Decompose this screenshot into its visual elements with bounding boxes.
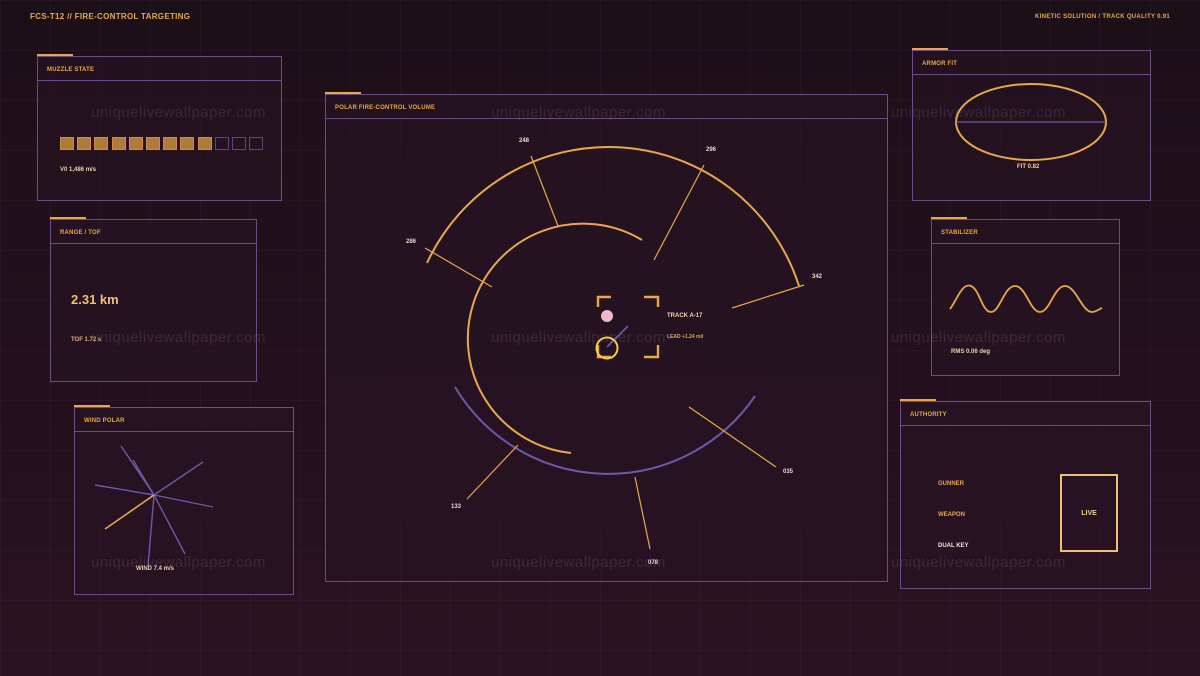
- muzzle-segment: [111, 137, 126, 150]
- wind-spoke: [153, 461, 204, 496]
- muzzle-segment: [146, 137, 160, 150]
- panel-accent-tab: [900, 399, 936, 401]
- bearing-label-078: 078: [648, 560, 659, 566]
- bearing-tick-342: [731, 284, 805, 309]
- polar-plot: [424, 146, 805, 550]
- panel-title: RANGE / TOF: [51, 220, 256, 244]
- wind-polar-plot: [94, 445, 214, 567]
- armor-fit-panel: ARMOR FIT FIT 0.82: [912, 48, 1151, 201]
- range-tof-panel: RANGE / TOF 2.31 km TOF 1.72 s: [50, 217, 257, 382]
- wind-polar-panel: WIND POLAR WIND 7.4 m/s: [74, 405, 294, 595]
- muzzle-segment: [94, 137, 109, 150]
- muzzle-segment: [163, 137, 178, 150]
- app-title: FCS-T12 // FIRE-CONTROL TARGETING: [30, 12, 191, 21]
- panel-title: AUTHORITY: [901, 402, 1150, 426]
- panel-accent-tab: [931, 217, 967, 219]
- armor-fit-value: FIT 0.82: [1017, 164, 1040, 170]
- armor-fit-ellipse: [955, 83, 1107, 161]
- bearing-tick-133: [466, 444, 519, 500]
- muzzle-segment: [128, 137, 143, 150]
- muzzle-segment: [60, 137, 74, 150]
- wind-spoke: [147, 494, 155, 567]
- wind-spoke: [132, 459, 155, 496]
- range-value: 2.31 km: [71, 292, 119, 307]
- muzzle-segment: [214, 137, 229, 150]
- wind-spoke: [153, 494, 214, 508]
- polar-fire-control-panel: POLAR FIRE-CONTROL VOLUME 248 296 342 03…: [325, 92, 888, 582]
- bearing-label-286: 286: [406, 239, 417, 245]
- panel-accent-tab: [37, 54, 73, 56]
- panel-title: MUZZLE STATE: [38, 57, 281, 81]
- panel-accent-tab: [912, 48, 948, 50]
- bearing-tick-296: [653, 164, 705, 261]
- bearing-label-342: 342: [812, 274, 823, 280]
- authority-gunner: GUNNER: [938, 481, 965, 487]
- stabilizer-rms: RMS 0.06 deg: [951, 349, 991, 355]
- muzzle-state-panel: MUZZLE STATE V0 1,486 m/s: [37, 54, 282, 201]
- bearing-tick-248: [530, 155, 559, 227]
- bearing-tick-286: [424, 247, 493, 288]
- panel-accent-tab: [325, 92, 361, 94]
- bearing-label-296: 296: [706, 147, 717, 153]
- muzzle-segment: [77, 137, 92, 150]
- bearing-tick-035: [688, 406, 777, 468]
- track-quality-status: KINETIC SOLUTION / TRACK QUALITY 0.91: [1035, 14, 1170, 20]
- bearing-label-133: 133: [451, 504, 462, 510]
- track-label: TRACK A-17: [667, 313, 703, 319]
- muzzle-segment: [197, 137, 212, 150]
- wind-speed-readout: WIND 7.4 m/s: [136, 566, 175, 572]
- outer-range-arc: [426, 146, 800, 287]
- bearing-tick-078: [634, 476, 651, 550]
- bearing-label-035: 035: [783, 469, 794, 475]
- aim-point-circle: [595, 336, 619, 360]
- bearing-label-248: 248: [519, 138, 530, 144]
- wind-vector: [104, 494, 155, 530]
- stabilizer-panel: STABILIZER RMS 0.06 deg: [931, 217, 1120, 376]
- wind-spoke: [94, 484, 155, 496]
- track-target-marker: [601, 310, 613, 322]
- authority-dual-key: DUAL KEY: [938, 543, 969, 549]
- muzzle-segment: [249, 137, 264, 150]
- panel-accent-tab: [74, 405, 110, 407]
- lower-sector-arc: [454, 386, 756, 475]
- muzzle-segment: [180, 137, 195, 150]
- authority-weapon: WEAPON: [938, 512, 965, 518]
- wind-spoke: [153, 494, 186, 555]
- live-state-indicator: LIVE: [1060, 474, 1118, 552]
- time-of-flight-readout: TOF 1.72 s: [71, 337, 102, 343]
- panel-accent-tab: [50, 217, 86, 219]
- lead-readout: LEAD +1.24 mil: [667, 334, 704, 340]
- authority-panel: AUTHORITY GUNNER WEAPON DUAL KEY LIVE: [900, 399, 1151, 589]
- muzzle-segment: [232, 137, 246, 150]
- muzzle-velocity-readout: V0 1,486 m/s: [60, 167, 97, 173]
